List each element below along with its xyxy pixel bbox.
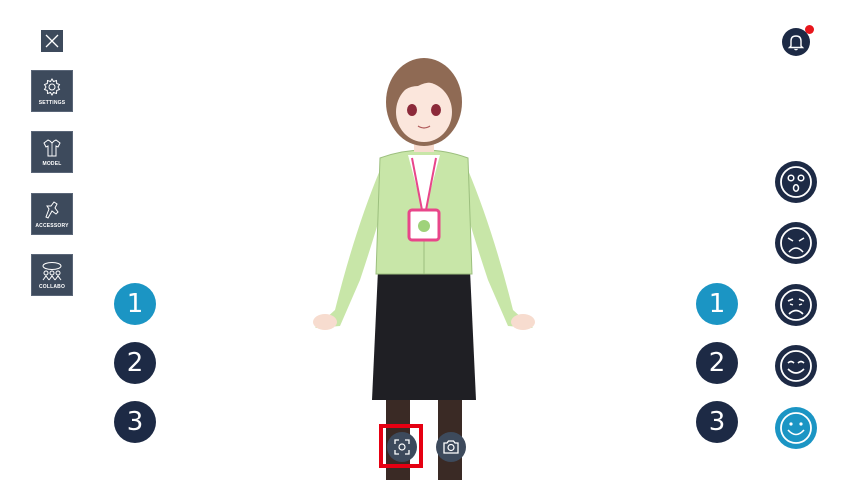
collabo-label: COLLABO [38, 283, 66, 290]
sad-face-button[interactable] [775, 284, 817, 326]
smiling-face-button[interactable] [775, 345, 817, 387]
angry-face-icon [780, 227, 812, 259]
model-button[interactable]: MODEL [31, 131, 73, 173]
camera-button[interactable] [436, 432, 466, 462]
selection-highlight [379, 424, 423, 468]
accessory-button[interactable]: ACCESSORY [31, 193, 73, 235]
angry-face-button[interactable] [775, 222, 817, 264]
left-pose-button-2[interactable]: 2 [114, 342, 156, 384]
close-icon [45, 34, 59, 48]
surprised-face-icon [780, 166, 812, 198]
character-model [313, 58, 535, 480]
gear-icon [43, 77, 61, 96]
happy-face-icon [780, 412, 812, 444]
camera-icon [443, 440, 459, 454]
ribbon-icon [45, 200, 59, 219]
collabo-button[interactable]: COLLABO [31, 254, 73, 296]
left-pose-button-1[interactable]: 1 [114, 283, 156, 325]
collabo-icon [42, 261, 62, 280]
bell-icon [787, 35, 805, 51]
accessory-label: ACCESSORY [35, 222, 69, 229]
happy-face-button[interactable] [775, 407, 817, 449]
sad-face-icon [780, 289, 812, 321]
notification-badge [805, 25, 814, 34]
right-pose-button-3[interactable]: 3 [696, 401, 738, 443]
smiling-face-icon [780, 350, 812, 382]
surprised-face-button[interactable] [775, 161, 817, 203]
left-pose-button-3[interactable]: 3 [114, 401, 156, 443]
settings-label: SETTINGS [38, 99, 66, 106]
model-label: MODEL [42, 160, 62, 167]
right-pose-button-1[interactable]: 1 [696, 283, 738, 325]
right-pose-button-2[interactable]: 2 [696, 342, 738, 384]
settings-button[interactable]: SETTINGS [31, 70, 73, 112]
close-button[interactable] [41, 30, 63, 52]
shirt-icon [43, 138, 61, 156]
